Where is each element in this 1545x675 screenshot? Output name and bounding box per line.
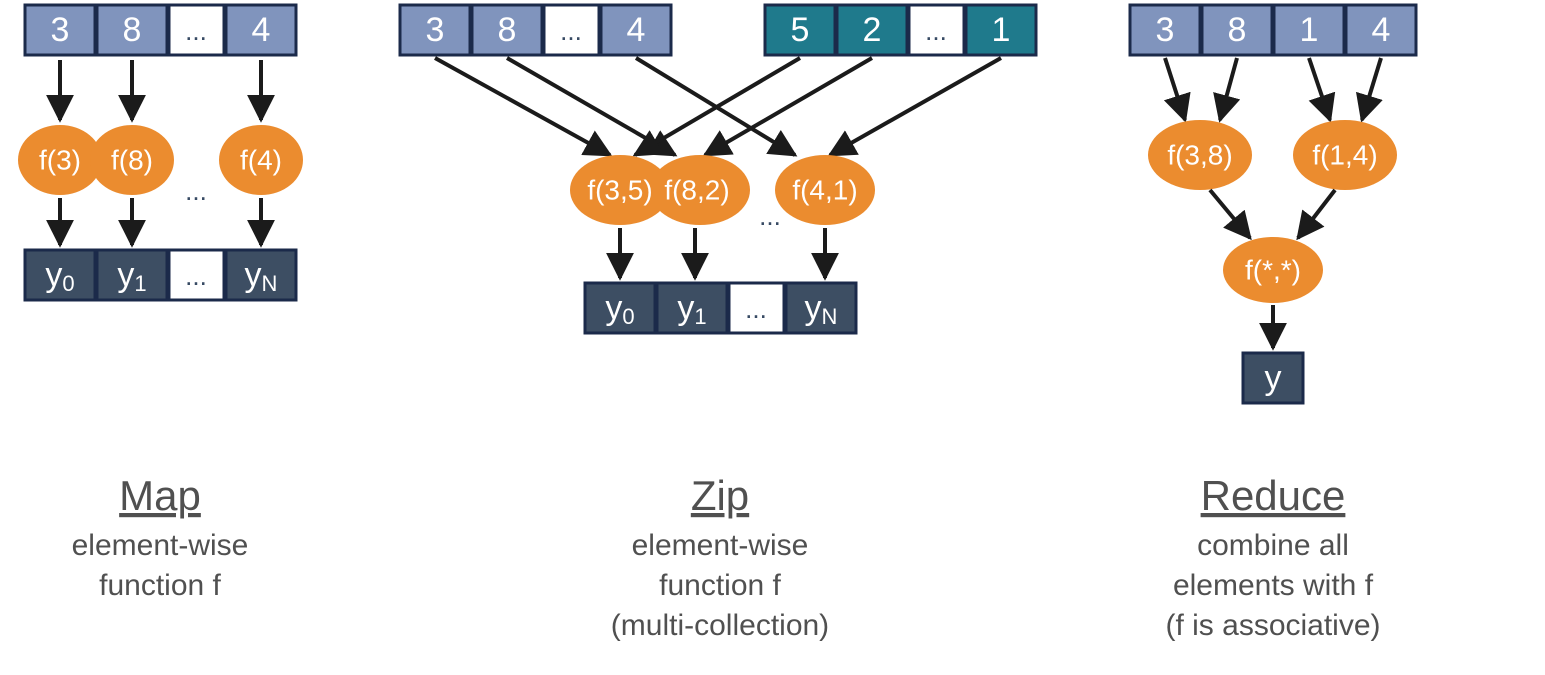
arrow-icon <box>1362 58 1381 120</box>
map-desc-line-1: function f <box>99 569 221 602</box>
zip-input-a-cell-1: 8 <box>498 11 517 49</box>
map-ops: f(3) f(8) f(4) ... <box>18 125 303 206</box>
map-op-2: f(4) <box>240 144 282 175</box>
reduce-op-l1-0: f(3,8) <box>1167 139 1232 170</box>
map-input-dots: ... <box>185 16 207 46</box>
reduce-input-cell-0: 3 <box>1156 11 1175 49</box>
arrow-icon <box>830 58 1001 155</box>
zip-input-a-dots: ... <box>560 16 582 46</box>
map-input-array: 3 8 ... 4 <box>25 5 296 55</box>
map-input-cell-1: 8 <box>123 11 142 49</box>
zip-op-0: f(3,5) <box>587 174 652 205</box>
reduce-panel: 3 8 1 4 f(3,8) f(1,4) f(*,*) y Reduce co… <box>1130 5 1416 642</box>
map-op-dots: ... <box>185 176 207 206</box>
zip-panel: 3 8 ... 4 5 2 ... 1 f(3,5) f(8,2) f(4,1)… <box>400 5 1036 642</box>
zip-op-2: f(4,1) <box>792 174 857 205</box>
zip-input-b-cell-1: 2 <box>863 11 882 49</box>
map-title: Map <box>119 472 201 519</box>
map-desc-line-0: element-wise <box>72 529 249 562</box>
arrow-icon <box>1220 58 1237 120</box>
reduce-op-l2: f(*,*) <box>1245 254 1301 285</box>
zip-input-b-cell-0: 5 <box>791 11 810 49</box>
reduce-title: Reduce <box>1201 472 1346 519</box>
map-panel: 3 8 ... 4 f(3) f(8) f(4) ... y0 y1 ... y… <box>18 5 303 602</box>
arrow-icon <box>1309 58 1330 120</box>
reduce-output-cell: y <box>1265 359 1282 397</box>
zip-desc-line-2: (multi-collection) <box>611 609 829 642</box>
reduce-op-level2: f(*,*) <box>1223 237 1323 303</box>
zip-input-a-cell-3: 4 <box>627 11 646 49</box>
arrow-icon <box>435 58 610 155</box>
arrow-icon <box>507 58 675 155</box>
zip-title: Zip <box>691 472 749 519</box>
zip-ops: f(3,5) f(8,2) f(4,1) ... <box>570 155 875 231</box>
map-output-dots: ... <box>185 261 207 291</box>
zip-desc-line-0: element-wise <box>632 529 809 562</box>
reduce-desc-line-0: combine all <box>1197 529 1349 562</box>
zip-input-b: 5 2 ... 1 <box>765 5 1036 55</box>
zip-desc-line-1: function f <box>659 569 781 602</box>
zip-input-b-cell-3: 1 <box>992 11 1011 49</box>
arrow-icon <box>1210 190 1250 238</box>
arrow-icon <box>705 58 872 155</box>
map-input-cell-0: 3 <box>51 11 70 49</box>
zip-input-b-dots: ... <box>925 16 947 46</box>
reduce-op-l1-1: f(1,4) <box>1312 139 1377 170</box>
reduce-input-cell-2: 1 <box>1300 11 1319 49</box>
reduce-input-cell-1: 8 <box>1228 11 1247 49</box>
reduce-input-cell-3: 4 <box>1372 11 1391 49</box>
reduce-desc-line-2: (f is associative) <box>1165 609 1380 642</box>
zip-output-array: y0 y1 ... yN <box>585 283 856 333</box>
arrow-icon <box>1298 190 1335 238</box>
reduce-output: y <box>1243 353 1303 403</box>
zip-input-a: 3 8 ... 4 <box>400 5 671 55</box>
zip-op-dots: ... <box>759 201 781 231</box>
reduce-input-array: 3 8 1 4 <box>1130 5 1416 55</box>
map-input-cell-3: 4 <box>252 11 271 49</box>
zip-op-1: f(8,2) <box>664 174 729 205</box>
map-op-0: f(3) <box>39 144 81 175</box>
reduce-desc-line-1: elements with f <box>1173 569 1374 602</box>
zip-input-a-cell-0: 3 <box>426 11 445 49</box>
zip-output-dots: ... <box>745 294 767 324</box>
reduce-ops-level1: f(3,8) f(1,4) <box>1148 120 1397 190</box>
map-op-1: f(8) <box>111 144 153 175</box>
arrow-icon <box>1165 58 1185 120</box>
map-output-array: y0 y1 ... yN <box>25 250 296 300</box>
